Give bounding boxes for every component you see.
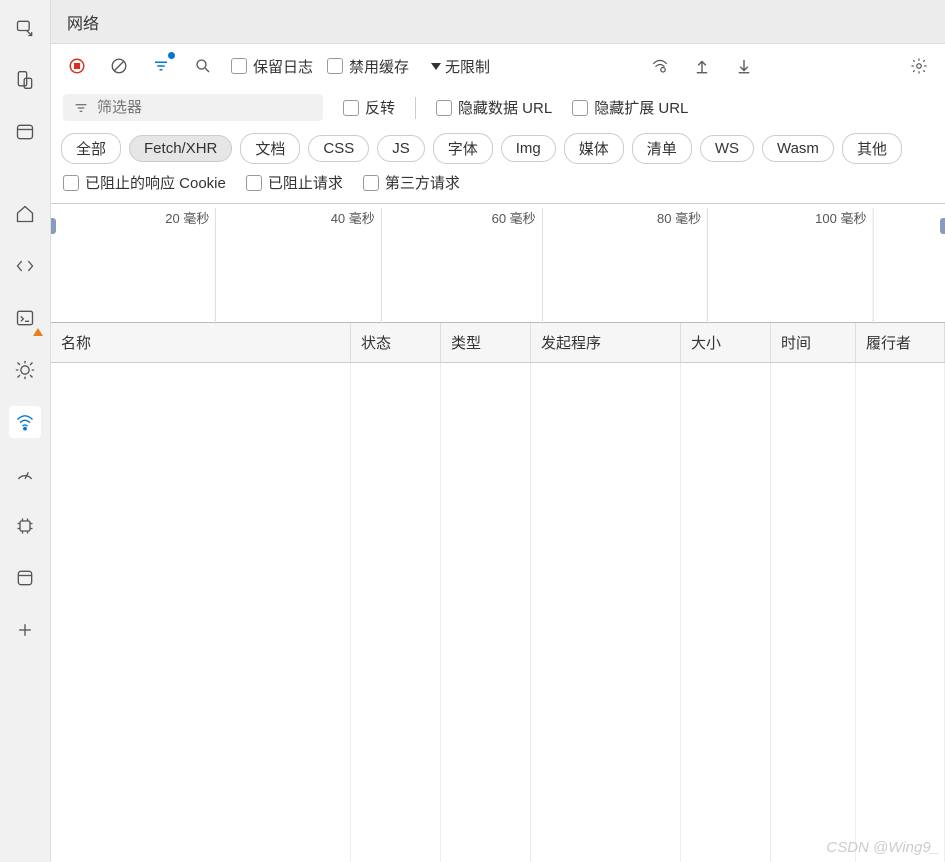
type-filter-bar: 全部 Fetch/XHR 文档 CSS JS 字体 Img 媒体清单 WS Wasm 其他 (51, 127, 945, 164)
sidebar-item-welcome[interactable] (9, 198, 41, 230)
import-har-button[interactable] (688, 52, 716, 80)
requests-table-body (51, 363, 945, 862)
sidebar-item-window[interactable] (9, 116, 41, 148)
sidebar-item-elements[interactable] (9, 250, 41, 282)
checkbox-icon (436, 100, 452, 116)
hide-ext-urls-label: 隐藏扩展 URL (594, 97, 688, 118)
watermark: CSDN @Wing9_ (826, 839, 939, 856)
timeline-tick: 40 毫秒 (331, 208, 382, 324)
filter-input[interactable] (97, 99, 313, 116)
type-filter-pill[interactable]: JS (377, 135, 425, 162)
settings-button[interactable] (905, 52, 933, 80)
divider (415, 97, 416, 119)
filter-icon (73, 100, 89, 116)
blocked-requests-checkbox[interactable]: 已阻止请求 (246, 172, 343, 193)
sidebar-item-network[interactable] (9, 406, 41, 438)
type-filter-pill[interactable]: Wasm (762, 135, 834, 162)
sidebar-item-console[interactable] (9, 302, 41, 334)
type-filter-pill[interactable]: 文档 (240, 133, 300, 164)
sidebar-item-add[interactable] (9, 614, 41, 646)
sidebar-item-performance[interactable] (9, 458, 41, 490)
timeline-tick: 60 毫秒 (492, 208, 543, 324)
checkbox-icon (572, 100, 588, 116)
preserve-log-checkbox[interactable]: 保留日志 (231, 56, 313, 77)
export-har-button[interactable] (730, 52, 758, 80)
network-conditions-button[interactable] (646, 52, 674, 80)
network-toolbar: 保留日志 禁用缓存 无限制 (51, 44, 945, 88)
disable-cache-checkbox[interactable]: 禁用缓存 (327, 56, 409, 77)
main-panel: 网络 保留日志 禁用缓存 无限制 (50, 0, 945, 862)
blocked-cookies-checkbox[interactable]: 已阻止的响应 Cookie (63, 172, 226, 193)
col-header-name[interactable]: 名称 (51, 323, 351, 362)
hide-data-urls-label: 隐藏数据 URL (458, 97, 552, 118)
hide-ext-urls-checkbox[interactable]: 隐藏扩展 URL (572, 97, 688, 118)
col-header-fulfiller[interactable]: 履行者 (856, 323, 945, 362)
type-filter-pill[interactable]: 清单 (632, 133, 692, 164)
type-filter-pill[interactable]: 媒体 (564, 133, 624, 164)
hide-data-urls-checkbox[interactable]: 隐藏数据 URL (436, 97, 552, 118)
extra-filter-bar: 已阻止的响应 Cookie 已阻止请求 第三方请求 (51, 164, 945, 203)
type-filter-pill[interactable]: WS (700, 135, 754, 162)
disable-cache-label: 禁用缓存 (349, 56, 409, 77)
preserve-log-label: 保留日志 (253, 56, 313, 77)
checkbox-icon (363, 175, 379, 191)
timeline-tick: 80 毫秒 (657, 208, 708, 324)
sidebar-item-debugger[interactable] (9, 354, 41, 386)
tab-network[interactable]: 网络 (67, 10, 99, 34)
type-filter-pill[interactable]: 全部 (61, 133, 121, 164)
third-party-checkbox[interactable]: 第三方请求 (363, 172, 460, 193)
type-filter-pill[interactable]: CSS (308, 135, 369, 162)
timeline-tick: 20 毫秒 (165, 208, 216, 324)
invert-label: 反转 (365, 97, 395, 118)
throttling-dropdown[interactable]: 无限制 (423, 54, 498, 79)
filter-bar: 反转 隐藏数据 URL 隐藏扩展 URL (51, 88, 945, 127)
activity-bar (0, 0, 50, 862)
record-button[interactable] (63, 52, 91, 80)
blocked-cookies-label: 已阻止的响应 Cookie (85, 172, 226, 193)
timeline-handle-left[interactable] (51, 218, 56, 234)
col-header-time[interactable]: 时间 (771, 323, 856, 362)
type-filter-pill[interactable]: Img (501, 135, 556, 162)
warning-badge-icon (33, 328, 43, 336)
col-header-type[interactable]: 类型 (441, 323, 531, 362)
filter-badge-icon (167, 51, 176, 60)
invert-checkbox[interactable]: 反转 (343, 97, 395, 118)
timeline-handle-right[interactable] (940, 218, 945, 234)
waterfall-timeline[interactable]: 20 毫秒 40 毫秒 60 毫秒 80 毫秒 100 毫秒 (51, 203, 945, 323)
filter-toggle-button[interactable] (147, 52, 175, 80)
throttling-label: 无限制 (445, 56, 490, 77)
filter-input-wrap[interactable] (63, 94, 323, 121)
checkbox-icon (343, 100, 359, 116)
tab-bar: 网络 (51, 0, 945, 44)
sidebar-item-memory[interactable] (9, 510, 41, 542)
col-header-initiator[interactable]: 发起程序 (531, 323, 681, 362)
sidebar-item-inspect[interactable] (9, 12, 41, 44)
col-header-size[interactable]: 大小 (681, 323, 771, 362)
dropdown-icon (431, 63, 441, 70)
third-party-label: 第三方请求 (385, 172, 460, 193)
type-filter-pill[interactable]: 字体 (433, 133, 493, 164)
checkbox-icon (246, 175, 262, 191)
checkbox-icon (231, 58, 247, 74)
col-header-status[interactable]: 状态 (351, 323, 441, 362)
sidebar-item-application[interactable] (9, 562, 41, 594)
blocked-requests-label: 已阻止请求 (268, 172, 343, 193)
timeline-tick: 100 毫秒 (815, 208, 873, 324)
sidebar-item-device[interactable] (9, 64, 41, 96)
type-filter-pill[interactable]: Fetch/XHR (129, 135, 232, 162)
search-button[interactable] (189, 52, 217, 80)
clear-button[interactable] (105, 52, 133, 80)
checkbox-icon (63, 175, 79, 191)
type-filter-pill[interactable]: 其他 (842, 133, 902, 164)
checkbox-icon (327, 58, 343, 74)
requests-table-header: 名称 状态 类型 发起程序 大小 时间 履行者 (51, 323, 945, 363)
